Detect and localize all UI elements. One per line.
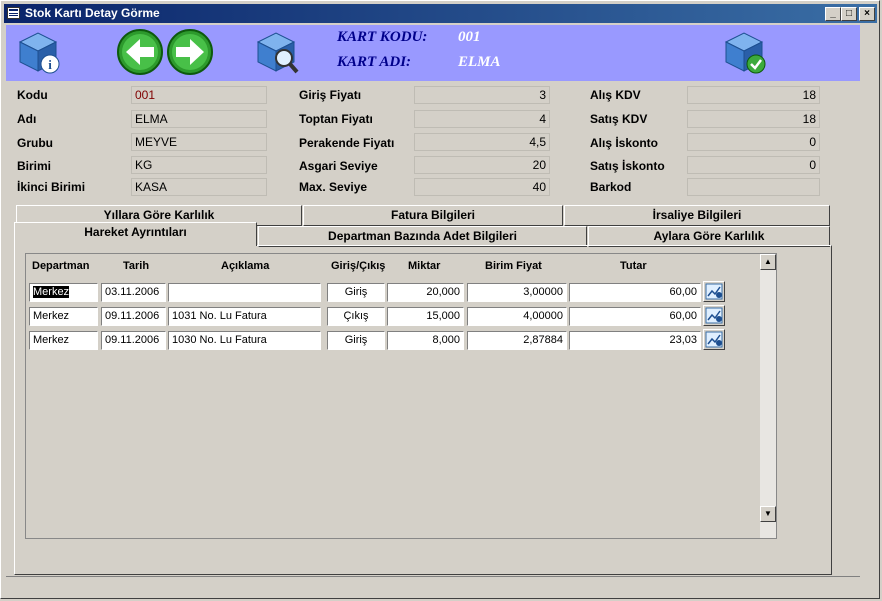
satis-kdv-field[interactable]: 18 bbox=[687, 110, 820, 128]
title-bar[interactable]: Stok Kartı Detay Görme _ □ × bbox=[4, 4, 877, 23]
cell-giris-cikis[interactable]: Giriş bbox=[327, 331, 385, 350]
col-header-tutar: Tutar bbox=[620, 260, 647, 272]
hareket-table: Departman Tarih Açıklama Giriş/Çıkış Mik… bbox=[26, 254, 760, 538]
barkod-label: Barkod bbox=[590, 180, 632, 194]
col-header-tarih: Tarih bbox=[123, 260, 150, 272]
cell-giris-cikis[interactable]: Çıkış bbox=[327, 307, 385, 326]
toptan-fiyati-field[interactable]: 4 bbox=[414, 110, 550, 128]
kodu-label: Kodu bbox=[17, 88, 48, 102]
chart-detail-icon[interactable] bbox=[703, 281, 725, 302]
tab-fatura-bilgileri[interactable]: Fatura Bilgileri bbox=[303, 205, 563, 226]
ikinci-birimi-label: İkinci Birimi bbox=[17, 180, 86, 194]
satis-iskonto-label: Satış İskonto bbox=[590, 159, 665, 173]
tab-aylara-gore-karlilik[interactable]: Aylara Göre Karlılık bbox=[588, 226, 830, 247]
minimize-button[interactable]: _ bbox=[825, 7, 841, 21]
alis-kdv-label: Alış KDV bbox=[590, 88, 641, 102]
cell-departman[interactable]: Merkez bbox=[29, 331, 98, 350]
kodu-field[interactable]: 001 bbox=[131, 86, 267, 104]
giris-fiyati-field[interactable]: 3 bbox=[414, 86, 550, 104]
max-seviye-label: Max. Seviye bbox=[299, 180, 368, 194]
arrow-right-icon[interactable] bbox=[166, 28, 214, 76]
cell-tarih[interactable]: 03.11.2006 bbox=[101, 283, 166, 302]
tab-hareket-ayrintilari[interactable]: Hareket Ayrıntıları bbox=[14, 222, 257, 246]
scroll-down-button[interactable]: ▼ bbox=[760, 506, 776, 522]
cell-tutar[interactable]: 23,03 bbox=[569, 331, 701, 350]
box-check-icon[interactable] bbox=[720, 28, 768, 76]
birimi-field[interactable]: KG bbox=[131, 156, 267, 174]
cell-birim-fiyat[interactable]: 2,87884 bbox=[467, 331, 567, 350]
ikinci-birimi-field[interactable]: KASA bbox=[131, 178, 267, 196]
kart-kodu-label: KART KODU: bbox=[337, 29, 428, 45]
cell-tutar[interactable]: 60,00 bbox=[569, 307, 701, 326]
chart-detail-icon[interactable] bbox=[703, 329, 725, 350]
cell-birim-fiyat[interactable]: 4,00000 bbox=[467, 307, 567, 326]
cell-aciklama[interactable]: 1031 No. Lu Fatura bbox=[168, 307, 321, 326]
tab-irsaliye-bilgileri[interactable]: İrsaliye Bilgileri bbox=[564, 205, 830, 226]
tab-departman-bazinda-adet-bilgileri[interactable]: Departman Bazında Adet Bilgileri bbox=[258, 226, 587, 247]
cell-miktar[interactable]: 15,000 bbox=[387, 307, 464, 326]
cell-miktar[interactable]: 20,000 bbox=[387, 283, 464, 302]
alis-iskonto-label: Alış İskonto bbox=[590, 136, 659, 150]
alis-kdv-field[interactable]: 18 bbox=[687, 86, 820, 104]
alis-iskonto-field[interactable]: 0 bbox=[687, 133, 820, 151]
birimi-label: Birimi bbox=[17, 159, 52, 173]
satis-iskonto-field[interactable]: 0 bbox=[687, 156, 820, 174]
window-title: Stok Kartı Detay Görme bbox=[25, 6, 160, 20]
col-header-departman: Departman bbox=[32, 260, 90, 272]
arrow-left-icon[interactable] bbox=[116, 28, 164, 76]
svg-text:i: i bbox=[48, 57, 52, 72]
col-header-giris-cikis: Giriş/Çıkış bbox=[331, 260, 386, 272]
cell-tarih[interactable]: 09.11.2006 bbox=[101, 331, 166, 350]
grubu-label: Grubu bbox=[17, 136, 53, 150]
kart-adi-value: ELMA bbox=[458, 54, 501, 70]
max-seviye-field[interactable]: 40 bbox=[414, 178, 550, 196]
adi-field[interactable]: ELMA bbox=[131, 110, 267, 128]
cell-aciklama[interactable] bbox=[168, 283, 321, 302]
cell-birim-fiyat[interactable]: 3,00000 bbox=[467, 283, 567, 302]
asgari-seviye-label: Asgari Seviye bbox=[299, 159, 378, 173]
satis-kdv-label: Satış KDV bbox=[590, 112, 648, 126]
perakende-fiyati-field[interactable]: 4,5 bbox=[414, 133, 550, 151]
form-icon bbox=[7, 7, 20, 19]
cell-departman[interactable]: Merkez bbox=[29, 283, 98, 302]
cell-giris-cikis[interactable]: Giriş bbox=[327, 283, 385, 302]
perakende-fiyati-label: Perakende Fiyatı bbox=[299, 136, 395, 150]
kart-adi-label: KART ADI: bbox=[337, 54, 412, 70]
kart-kodu-value: 001 bbox=[458, 29, 481, 45]
close-button[interactable]: × bbox=[859, 7, 875, 21]
col-header-birim-fiyat: Birim Fiyat bbox=[485, 260, 542, 272]
cell-departman[interactable]: Merkez bbox=[29, 307, 98, 326]
status-bar bbox=[6, 576, 860, 595]
chart-detail-icon[interactable] bbox=[703, 305, 725, 326]
scroll-up-button[interactable]: ▲ bbox=[760, 254, 776, 270]
cell-miktar[interactable]: 8,000 bbox=[387, 331, 464, 350]
adi-label: Adı bbox=[17, 112, 37, 126]
barkod-field[interactable] bbox=[687, 178, 820, 196]
giris-fiyati-label: Giriş Fiyatı bbox=[299, 88, 362, 102]
asgari-seviye-field[interactable]: 20 bbox=[414, 156, 550, 174]
maximize-button[interactable]: □ bbox=[841, 7, 857, 21]
col-header-miktar: Miktar bbox=[408, 260, 441, 272]
grubu-field[interactable]: MEYVE bbox=[131, 133, 267, 151]
main-window: Stok Kartı Detay Görme _ □ × i KART KODU… bbox=[0, 0, 880, 599]
toptan-fiyati-label: Toptan Fiyatı bbox=[299, 112, 373, 126]
cell-tarih[interactable]: 09.11.2006 bbox=[101, 307, 166, 326]
selected-text: Merkez bbox=[33, 286, 70, 298]
toolbar: i KART KODU: 001 KART ADI: ELMA bbox=[6, 25, 860, 81]
box-info-icon[interactable]: i bbox=[14, 28, 62, 76]
hareket-subform: Departman Tarih Açıklama Giriş/Çıkış Mik… bbox=[25, 253, 777, 539]
cell-tutar[interactable]: 60,00 bbox=[569, 283, 701, 302]
cell-aciklama[interactable]: 1030 No. Lu Fatura bbox=[168, 331, 321, 350]
col-header-aciklama: Açıklama bbox=[221, 260, 270, 272]
vertical-scrollbar[interactable]: ▲ ▼ bbox=[760, 254, 776, 538]
box-search-icon[interactable] bbox=[252, 28, 300, 76]
